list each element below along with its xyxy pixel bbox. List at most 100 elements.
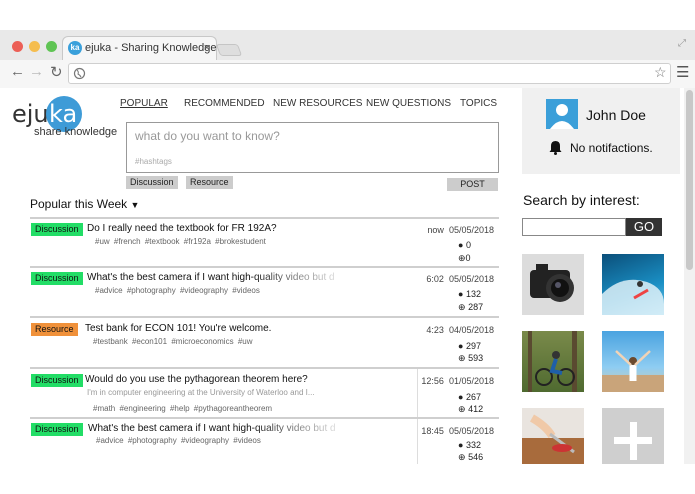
answers-dot-icon: ● <box>458 289 464 299</box>
post-tags: #math #engineering #help #pythagoreanthe… <box>93 404 273 413</box>
post-answers: ● 132 <box>458 289 481 299</box>
address-bar[interactable] <box>68 63 671 84</box>
post-upvotes[interactable]: ⊕ 287 <box>458 302 483 313</box>
post-type-badge: Discussion <box>31 272 83 285</box>
minimize-window-button[interactable] <box>29 41 40 52</box>
globe-icon <box>73 67 86 80</box>
traveler-image <box>602 350 664 392</box>
divider <box>30 266 499 268</box>
interest-search-input[interactable] <box>522 218 626 236</box>
add-interest-button[interactable] <box>602 408 664 464</box>
divider <box>30 217 499 219</box>
post-type-badge: Discussion <box>31 223 83 236</box>
answers-dot-icon: ● <box>458 341 464 351</box>
logo-tagline: share knowledge <box>34 126 118 138</box>
post-upvotes[interactable]: ⊕ 546 <box>458 452 483 463</box>
post-date: now 05/05/2018 <box>427 225 494 235</box>
post-type-badge: Resource <box>31 323 78 336</box>
post-tags: #advice #photography #videography #video… <box>95 286 260 295</box>
tab-title: ejuka - Sharing Knowledge <box>85 42 217 54</box>
post-answers: ● 297 <box>458 341 481 351</box>
logo-text: eju <box>12 100 49 128</box>
interest-heading: Search by interest: <box>523 192 640 208</box>
scrollbar-thumb[interactable] <box>686 90 693 270</box>
divider <box>30 316 499 318</box>
nav-topics[interactable]: TOPICS <box>460 98 497 109</box>
cooking-image <box>522 414 584 464</box>
feed-heading[interactable]: Popular this Week ▼ <box>30 197 139 211</box>
forward-arrow-icon[interactable]: → <box>29 63 44 80</box>
go-button[interactable]: GO <box>626 218 662 236</box>
browser-toolbar: ← → ↻ ☆ ☰ <box>0 60 695 88</box>
divider <box>30 417 499 419</box>
nav-recommended[interactable]: RECOMMENDED <box>184 98 265 109</box>
dropdown-caret-icon: ▼ <box>130 200 140 210</box>
camera-image <box>530 264 574 302</box>
star-icon[interactable]: ☆ <box>654 64 667 81</box>
cyclist-image <box>528 331 577 392</box>
post-tags: #advice #photography #videography #video… <box>96 436 261 445</box>
post-tags: #testbank #econ101 #microeconomics #uw <box>93 337 253 346</box>
fullscreen-icon[interactable]: ⤢ <box>678 38 686 49</box>
post-upvotes[interactable]: ⊕ 593 <box>458 353 483 364</box>
tab-favicon-icon: ka <box>68 41 82 55</box>
divider <box>30 367 499 369</box>
interest-tile-travel[interactable] <box>602 331 664 392</box>
back-arrow-icon[interactable]: ← <box>10 63 25 80</box>
question-placeholder: what do you want to know? <box>135 129 280 143</box>
reload-icon[interactable]: ↻ <box>50 63 63 81</box>
close-window-button[interactable] <box>12 41 23 52</box>
post-tags: #uw #french #textbook #fr192a #brokestud… <box>95 237 266 246</box>
title-fade <box>250 271 350 284</box>
nav-new-questions[interactable]: NEW QUESTIONS <box>366 98 451 109</box>
post-title: Test bank for ECON 101! You're welcome. <box>85 323 272 334</box>
answers-dot-icon: ● <box>458 240 464 250</box>
close-tab-icon[interactable]: × <box>204 37 210 59</box>
logo-highlight-text: ka <box>49 100 78 128</box>
post-date: 18:45 05/05/2018 <box>421 426 494 436</box>
interest-tile-surfing[interactable] <box>602 254 664 315</box>
bell-icon[interactable] <box>549 140 562 155</box>
upvote-plus-icon: ⊕ <box>458 452 466 462</box>
post-upvotes[interactable]: ⊕ 412 <box>458 404 483 415</box>
hashtags-placeholder: #hashtags <box>135 157 172 166</box>
post-type-badge: Discussion <box>31 374 83 387</box>
menu-icon[interactable]: ☰ <box>676 63 689 81</box>
interest-tile-cooking[interactable] <box>522 408 584 464</box>
browser-chrome: ka ejuka - Sharing Knowledge × ⤢ ← → ↻ ☆… <box>0 30 695 88</box>
post-upvotes[interactable]: ⊕0 <box>458 253 471 264</box>
maximize-window-button[interactable] <box>46 41 57 52</box>
answers-dot-icon: ● <box>458 392 464 402</box>
nav-popular[interactable]: POPULAR <box>120 98 168 109</box>
resource-type-button[interactable]: Resource <box>186 176 233 189</box>
title-fade <box>250 422 350 435</box>
user-name[interactable]: John Doe <box>586 107 646 123</box>
post-answers: ● 267 <box>458 392 481 402</box>
post-title: Would do you use the pythagorean theorem… <box>85 374 308 385</box>
browser-tab[interactable]: ka ejuka - Sharing Knowledge × <box>62 36 217 60</box>
post-button[interactable]: POST <box>447 178 498 191</box>
post-answers: ● 0 <box>458 240 471 250</box>
interest-tile-photography[interactable] <box>522 254 584 315</box>
post-type-badge: Discussion <box>31 423 83 436</box>
post-excerpt: I'm in computer engineering at the Unive… <box>87 388 315 397</box>
nav-new-resources[interactable]: NEW RESOURCES <box>273 98 362 109</box>
user-avatar-icon[interactable] <box>546 99 578 129</box>
notifications-text[interactable]: No notifactions. <box>570 141 653 155</box>
upvote-plus-icon: ⊕ <box>458 353 466 363</box>
interest-tile-cycling[interactable] <box>522 331 584 392</box>
question-input[interactable]: what do you want to know? #hashtags <box>126 122 499 173</box>
upvote-plus-icon: ⊕ <box>458 253 466 263</box>
new-tab-button[interactable] <box>215 44 243 56</box>
post-date: 6:02 05/05/2018 <box>426 274 494 284</box>
feed-heading-text: Popular this Week <box>30 197 128 211</box>
post-title: Do I really need the textbook for FR 192… <box>87 223 277 234</box>
discussion-type-button[interactable]: Discussion <box>126 176 178 189</box>
upvote-plus-icon: ⊕ <box>458 404 466 414</box>
surfer-image <box>602 279 664 315</box>
post-date: 4:23 04/05/2018 <box>426 325 494 335</box>
post-date: 12:56 01/05/2018 <box>421 376 494 386</box>
upvote-plus-icon: ⊕ <box>458 302 466 312</box>
answers-dot-icon: ● <box>458 440 464 450</box>
post-answers: ● 332 <box>458 440 481 450</box>
